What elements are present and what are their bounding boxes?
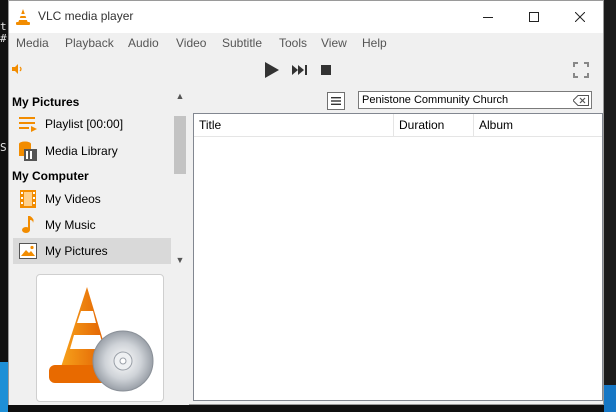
menu-video[interactable]: Video bbox=[176, 36, 206, 50]
volume-button[interactable] bbox=[11, 62, 25, 76]
search-row: Penistone Community Church bbox=[193, 90, 603, 112]
clear-search-button[interactable] bbox=[573, 94, 589, 106]
title-bar[interactable]: VLC media player bbox=[9, 1, 603, 33]
menu-help[interactable]: Help bbox=[362, 36, 387, 50]
fullscreen-icon bbox=[573, 62, 589, 78]
album-art bbox=[36, 274, 164, 402]
close-button[interactable] bbox=[557, 1, 603, 33]
column-header-title[interactable]: Title bbox=[194, 114, 394, 136]
header-divider bbox=[194, 136, 602, 137]
window-title: VLC media player bbox=[38, 9, 134, 23]
taskbar-edge-right bbox=[604, 385, 616, 412]
music-note-icon bbox=[17, 215, 39, 235]
scroll-down-arrow-icon[interactable]: ▼ bbox=[173, 253, 187, 267]
toolbar bbox=[9, 53, 603, 89]
sidebar-list: My Pictures Playlist [00:00] Media Libra… bbox=[9, 89, 173, 269]
sidebar-item-label: My Pictures bbox=[45, 244, 108, 258]
film-icon bbox=[17, 189, 39, 209]
sidebar-item-label: Playlist [00:00] bbox=[45, 117, 124, 131]
desktop-background-right bbox=[604, 0, 616, 412]
scrollbar-thumb[interactable] bbox=[174, 116, 186, 174]
sidebar-section-header: My Computer bbox=[12, 169, 89, 183]
sidebar-item-my-music[interactable]: My Music bbox=[13, 213, 171, 237]
background-text-fragment: # bbox=[0, 32, 7, 45]
next-icon bbox=[292, 65, 307, 75]
sidebar-item-media-library[interactable]: Media Library bbox=[13, 139, 171, 163]
playlist-icon bbox=[17, 114, 39, 134]
sidebar-item-label: My Videos bbox=[45, 192, 101, 206]
menu-media[interactable]: Media bbox=[16, 36, 49, 50]
menu-tools[interactable]: Tools bbox=[279, 36, 307, 50]
maximize-button[interactable] bbox=[511, 1, 557, 33]
menu-audio[interactable]: Audio bbox=[128, 36, 159, 50]
menu-bar: Media Playback Audio Video Subtitle Tool… bbox=[9, 33, 603, 53]
sidebar-item-my-pictures[interactable]: My Pictures bbox=[13, 238, 171, 264]
play-icon bbox=[265, 62, 279, 78]
list-view-icon bbox=[331, 97, 341, 105]
menu-subtitle[interactable]: Subtitle bbox=[222, 36, 262, 50]
vlc-window: VLC media player Media Playback Audio Vi… bbox=[8, 0, 604, 405]
next-button[interactable] bbox=[290, 62, 310, 78]
taskbar-edge-left bbox=[0, 362, 8, 412]
play-button[interactable] bbox=[262, 60, 282, 80]
sidebar-item-label: Media Library bbox=[45, 144, 118, 158]
playlist-view-button[interactable] bbox=[327, 92, 345, 110]
sidebar-section-header: My Pictures bbox=[12, 95, 80, 109]
maximize-icon bbox=[529, 12, 539, 22]
sidebar-item-playlist[interactable]: Playlist [00:00] bbox=[13, 112, 171, 136]
playlist-table[interactable]: Title Duration Album bbox=[193, 113, 603, 401]
column-header-album[interactable]: Album bbox=[474, 114, 602, 136]
sidebar: My Pictures Playlist [00:00] Media Libra… bbox=[9, 89, 189, 405]
fullscreen-button[interactable] bbox=[572, 61, 590, 79]
vlc-cone-disc-artwork bbox=[49, 287, 154, 392]
clear-icon bbox=[573, 94, 589, 106]
media-library-icon bbox=[17, 141, 39, 161]
scroll-up-arrow-icon[interactable]: ▲ bbox=[173, 89, 187, 103]
sidebar-item-my-videos[interactable]: My Videos bbox=[13, 187, 171, 211]
vlc-cone-icon bbox=[16, 9, 30, 25]
minimize-icon bbox=[483, 17, 493, 18]
stop-button[interactable] bbox=[319, 63, 333, 77]
sidebar-scrollbar[interactable]: ▲ ▼ bbox=[173, 89, 187, 269]
minimize-button[interactable] bbox=[465, 1, 511, 33]
menu-playback[interactable]: Playback bbox=[65, 36, 114, 50]
desktop-background-left bbox=[0, 0, 8, 412]
menu-view[interactable]: View bbox=[321, 36, 347, 50]
picture-icon bbox=[17, 241, 39, 261]
background-text-fragment: S bbox=[0, 141, 7, 154]
stop-icon bbox=[321, 65, 331, 75]
close-icon bbox=[575, 12, 585, 22]
volume-icon bbox=[12, 64, 22, 74]
search-input-value: Penistone Community Church bbox=[362, 94, 509, 106]
search-input[interactable]: Penistone Community Church bbox=[358, 91, 592, 109]
sidebar-item-label: My Music bbox=[45, 218, 96, 232]
column-header-duration[interactable]: Duration bbox=[394, 114, 474, 136]
